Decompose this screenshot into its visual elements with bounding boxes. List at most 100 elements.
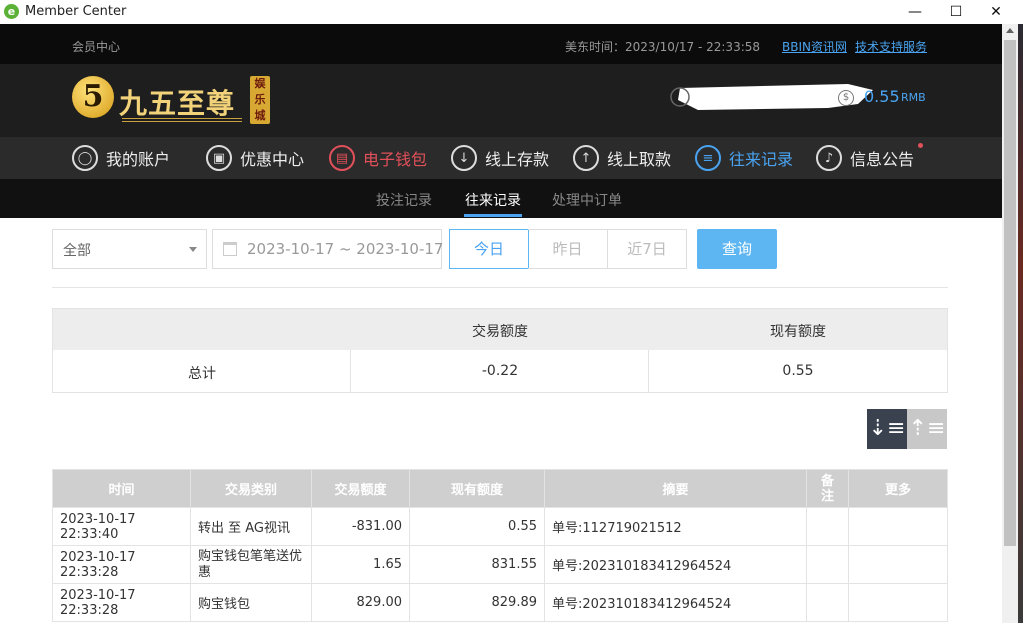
cell-type: 购宝钱包 <box>190 583 312 622</box>
chevron-down-icon <box>189 247 197 252</box>
cell-time: 2023-10-17 22:33:28 <box>52 545 191 584</box>
nav-my-account[interactable]: ◯ 我的账户 <box>72 145 170 171</box>
cell-remark <box>806 583 849 622</box>
balance-area: $ 0.55 RMB <box>650 78 950 114</box>
summary-header-current: 现有额度 <box>770 324 826 340</box>
bbin-news-link[interactable]: BBIN资讯网 <box>782 38 847 55</box>
member-center-label: 会员中心 <box>72 40 121 54</box>
wallet-icon: ▤ <box>329 145 355 171</box>
main-nav: ◯ 我的账户 ▣ 优惠中心 ▤ 电子钱包 ↓ 线上存款 ↑ 线上取款 ≡ 往来记录 ♪ 信息公… <box>0 137 1002 179</box>
top-strip: 会员中心 美东时间：2023/10/17 - 22:33:58 BBIN资讯网 … <box>0 24 1002 64</box>
eastern-time: 美东时间：2023/10/17 - 22:33:58 <box>565 40 761 54</box>
cell-more[interactable] <box>848 545 948 584</box>
records-table: 时间 交易类别 交易额度 现有额度 摘要 备注 更多 2023-10-17 22… <box>52 469 948 622</box>
cell-summary: 单号:112719021512 <box>544 507 807 546</box>
window-titlebar: e Member Center — ☐ ✕ <box>0 0 1023 24</box>
notification-dot <box>918 143 924 148</box>
nav-online-withdraw[interactable]: ↑ 线上取款 <box>573 145 671 171</box>
summary-total-label: 总计 <box>188 366 216 382</box>
cell-balance: 0.55 <box>409 507 545 546</box>
summary-trade-value: -0.22 <box>481 363 519 379</box>
gift-icon: ▣ <box>206 145 232 171</box>
table-row: 2023-10-17 22:33:28 购宝钱包 829.00 829.89 单… <box>52 583 948 622</box>
logo-tag: 娱乐城 <box>250 76 270 124</box>
cell-type: 转出 至 AG视讯 <box>190 507 312 546</box>
cell-more[interactable] <box>848 583 948 622</box>
sort-asc-icon[interactable]: ⇡≡ <box>907 409 947 449</box>
yesterday-button[interactable]: 昨日 <box>528 229 608 269</box>
background-window-edge <box>1018 24 1023 623</box>
minimize-button[interactable]: — <box>900 1 930 23</box>
cell-summary: 单号:202310183412964524 <box>544 583 807 622</box>
balance-currency: RMB <box>901 91 926 104</box>
cell-amount: -831.00 <box>311 507 410 546</box>
cell-time: 2023-10-17 22:33:40 <box>52 507 191 546</box>
col-header-balance[interactable]: 现有额度 <box>409 469 545 508</box>
close-button[interactable]: ✕ <box>981 1 1011 23</box>
query-button[interactable]: 查询 <box>697 229 777 269</box>
site-header: 5 九五至尊 娱乐城 $ 0.55 RMB <box>0 64 1002 137</box>
vertical-scrollbar[interactable] <box>1002 24 1018 623</box>
col-header-amount[interactable]: 交易额度 <box>311 469 410 508</box>
nav-label: 我的账户 <box>106 150 171 169</box>
tab-transaction-records[interactable]: 往来记录 <box>465 190 521 210</box>
window-title: Member Center <box>25 4 127 19</box>
maximize-button[interactable]: ☐ <box>941 1 971 23</box>
cell-balance: 831.55 <box>409 545 545 584</box>
sub-nav: 投注记录 往来记录 处理中订单 <box>0 179 1002 218</box>
table-row: 2023-10-17 22:33:40 转出 至 AG视讯 -831.00 0.… <box>52 507 948 546</box>
last-7-days-button[interactable]: 近7日 <box>607 229 687 269</box>
col-header-type[interactable]: 交易类别 <box>190 469 312 508</box>
cell-more[interactable] <box>848 507 948 546</box>
col-header-time[interactable]: 时间 <box>52 469 191 508</box>
site-logo[interactable]: 5 九五至尊 娱乐城 <box>72 74 272 128</box>
col-header-more[interactable]: 更多 <box>848 469 948 508</box>
balance-amount: 0.55 <box>864 87 900 106</box>
scrollbar-thumb[interactable] <box>1004 40 1016 546</box>
member-center-page: 会员中心 美东时间：2023/10/17 - 22:33:58 BBIN资讯网 … <box>0 24 1002 623</box>
tech-support-link[interactable]: 技术支持服务 <box>855 38 927 55</box>
cell-balance: 829.89 <box>409 583 545 622</box>
sort-buttons: ⇣≡ ⇡≡ <box>867 409 948 449</box>
summary-table: 交易额度 现有额度 总计 -0.22 0.55 <box>52 308 948 393</box>
cell-type: 购宝钱包笔笔送优惠 <box>190 545 312 584</box>
nav-label: 信息公告 <box>850 150 915 169</box>
scroll-up-icon[interactable] <box>1006 28 1014 33</box>
active-tab-underline <box>464 214 522 217</box>
cell-summary: 单号:202310183412964524 <box>544 545 807 584</box>
filter-bar: 全部 2023-10-17 ~ 2023-10-17 今日 昨日 近7日 查询 <box>52 229 952 269</box>
table-header-row: 时间 交易类别 交易额度 现有额度 摘要 备注 更多 <box>52 469 948 508</box>
bell-icon: ♪ <box>816 145 842 171</box>
summary-divider <box>350 350 351 393</box>
user-icon: ◯ <box>72 145 98 171</box>
cell-time: 2023-10-17 22:33:28 <box>52 583 191 622</box>
nav-label: 电子钱包 <box>363 150 428 169</box>
type-select-value: 全部 <box>63 243 91 259</box>
nav-online-deposit[interactable]: ↓ 线上存款 <box>451 145 549 171</box>
col-header-summary[interactable]: 摘要 <box>544 469 807 508</box>
cell-amount: 829.00 <box>311 583 410 622</box>
tab-bet-records[interactable]: 投注记录 <box>376 190 432 210</box>
nav-records[interactable]: ≡ 往来记录 <box>695 145 793 171</box>
date-range-input[interactable]: 2023-10-17 ~ 2023-10-17 <box>212 229 444 269</box>
summary-current-value: 0.55 <box>782 363 814 379</box>
cell-remark <box>806 507 849 546</box>
calendar-icon <box>223 242 237 256</box>
nav-promotions[interactable]: ▣ 优惠中心 <box>206 145 304 171</box>
logo-tag-text: 娱乐城 <box>254 77 266 122</box>
cell-remark <box>806 545 849 584</box>
today-button[interactable]: 今日 <box>449 229 529 269</box>
tab-pending-orders[interactable]: 处理中订单 <box>552 190 622 210</box>
nav-label: 优惠中心 <box>240 150 305 169</box>
nav-e-wallet[interactable]: ▤ 电子钱包 <box>329 145 427 171</box>
nav-label: 往来记录 <box>729 150 794 169</box>
cell-amount: 1.65 <box>311 545 410 584</box>
nav-announcements[interactable]: ♪ 信息公告 <box>816 143 924 171</box>
logo-emblem: 5 <box>72 76 114 118</box>
type-select[interactable]: 全部 <box>52 229 207 269</box>
withdraw-icon: ↑ <box>573 145 599 171</box>
col-header-remark[interactable]: 备注 <box>806 469 849 508</box>
date-range-value: 2023-10-17 ~ 2023-10-17 <box>247 240 444 258</box>
sort-desc-icon[interactable]: ⇣≡ <box>867 409 907 449</box>
nav-label: 线上取款 <box>607 150 672 169</box>
